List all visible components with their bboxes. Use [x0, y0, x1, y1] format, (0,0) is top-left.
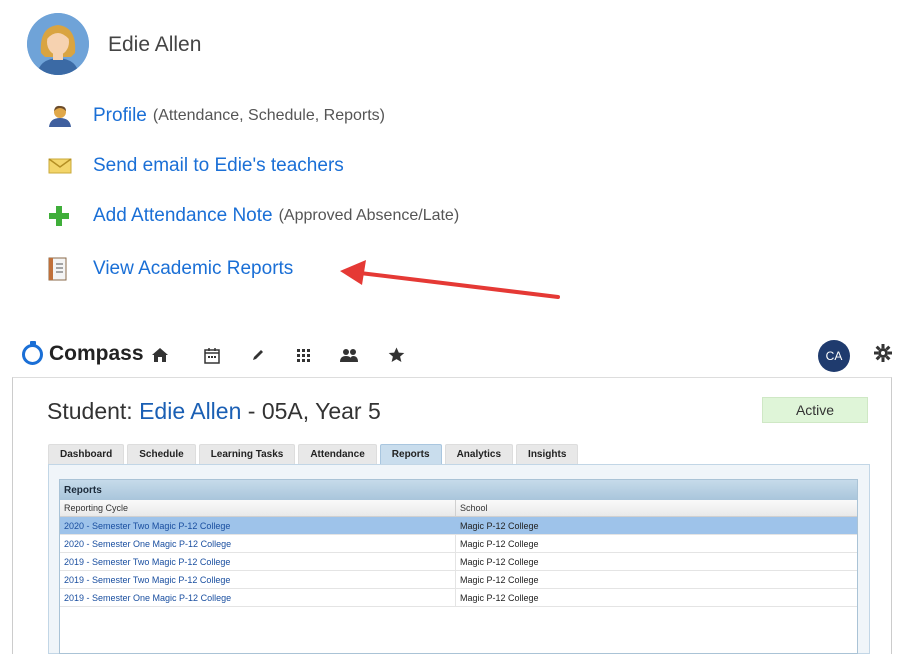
menu-item-view-academic-reports[interactable]: View Academic Reports	[48, 254, 293, 284]
table-row[interactable]: 2020 - Semester One Magic P-12 College M…	[60, 535, 857, 553]
menu-item-send-email[interactable]: Send email to Edie's teachers	[48, 151, 344, 181]
column-header-reporting-cycle[interactable]: Reporting Cycle	[60, 500, 456, 516]
envelope-icon	[48, 154, 78, 178]
reporting-cycle-cell[interactable]: 2019 - Semester Two Magic P-12 College	[60, 553, 456, 570]
status-badge: Active	[762, 397, 868, 423]
student-avatar[interactable]	[27, 13, 89, 75]
tab-dashboard[interactable]: Dashboard	[48, 444, 125, 464]
tab-analytics[interactable]: Analytics	[444, 444, 514, 464]
table-row[interactable]: 2019 - Semester Two Magic P-12 College M…	[60, 571, 857, 589]
reporting-cycle-cell[interactable]: 2020 - Semester Two Magic P-12 College	[60, 517, 456, 534]
compass-logo[interactable]: Compass	[22, 340, 144, 366]
calendar-icon[interactable]	[201, 344, 223, 366]
report-book-icon	[48, 257, 78, 281]
compass-toolbar: Compass CA	[0, 336, 904, 376]
tab-reports[interactable]: Reports	[379, 444, 442, 464]
view-academic-reports-link[interactable]: View Academic Reports	[93, 258, 293, 280]
school-cell: Magic P-12 College	[460, 556, 539, 567]
profile-icon	[48, 104, 78, 128]
gear-icon[interactable]	[874, 344, 892, 368]
school-cell: Magic P-12 College	[460, 538, 539, 549]
student-name: Edie Allen	[108, 33, 202, 56]
reports-grid-header: Reporting Cycle School	[60, 500, 857, 517]
tab-attendance[interactable]: Attendance	[298, 444, 377, 464]
reporting-cycle-cell[interactable]: 2020 - Semester One Magic P-12 College	[60, 535, 456, 552]
tab-learning-tasks[interactable]: Learning Tasks	[198, 444, 296, 464]
page-title: Student: Edie Allen - 05A, Year 5	[47, 398, 381, 425]
reporting-cycle-cell[interactable]: 2019 - Semester One Magic P-12 College	[60, 589, 456, 606]
plus-icon	[48, 204, 78, 228]
star-icon[interactable]	[385, 344, 407, 366]
menu-item-profile[interactable]: Profile (Attendance, Schedule, Reports)	[48, 101, 385, 131]
table-row[interactable]: 2019 - Semester One Magic P-12 College M…	[60, 589, 857, 607]
page-title-prefix: Student:	[47, 398, 140, 424]
school-cell: Magic P-12 College	[460, 592, 539, 603]
school-cell: Magic P-12 College	[460, 520, 539, 531]
tab-insights[interactable]: Insights	[516, 444, 579, 464]
user-avatar-badge[interactable]: CA	[818, 340, 850, 372]
add-attendance-note-note: (Approved Absence/Late)	[278, 207, 460, 224]
menu-item-add-attendance-note[interactable]: Add Attendance Note (Approved Absence/La…	[48, 201, 459, 231]
school-cell: Magic P-12 College	[460, 574, 539, 585]
table-row[interactable]: 2019 - Semester Two Magic P-12 College M…	[60, 553, 857, 571]
profile-note: (Attendance, Schedule, Reports)	[152, 107, 385, 124]
annotation-arrow	[340, 260, 560, 299]
add-attendance-note-link[interactable]: Add Attendance Note	[93, 205, 273, 227]
people-icon[interactable]	[338, 344, 360, 366]
page-title-suffix: - 05A, Year 5	[241, 398, 381, 424]
reports-grid-title: Reports	[60, 480, 857, 500]
send-email-link[interactable]: Send email to Edie's teachers	[93, 155, 344, 177]
column-header-school[interactable]: School	[456, 500, 857, 516]
tab-schedule[interactable]: Schedule	[127, 444, 196, 464]
reports-grid: Reports Reporting Cycle School 2020 - Se…	[59, 479, 858, 654]
compass-logo-icon	[22, 340, 43, 365]
reporting-cycle-cell[interactable]: 2019 - Semester Two Magic P-12 College	[60, 571, 456, 588]
compass-brand: Compass	[49, 342, 144, 365]
student-name-link[interactable]: Edie Allen	[139, 398, 241, 424]
home-icon[interactable]	[149, 344, 171, 366]
pencil-icon[interactable]	[247, 344, 269, 366]
tab-bar: Dashboard Schedule Learning Tasks Attend…	[48, 444, 581, 464]
apps-grid-icon[interactable]	[292, 344, 314, 366]
avatar-illustration	[27, 13, 89, 75]
profile-link[interactable]: Profile	[93, 105, 147, 127]
table-row[interactable]: 2020 - Semester Two Magic P-12 College M…	[60, 517, 857, 535]
